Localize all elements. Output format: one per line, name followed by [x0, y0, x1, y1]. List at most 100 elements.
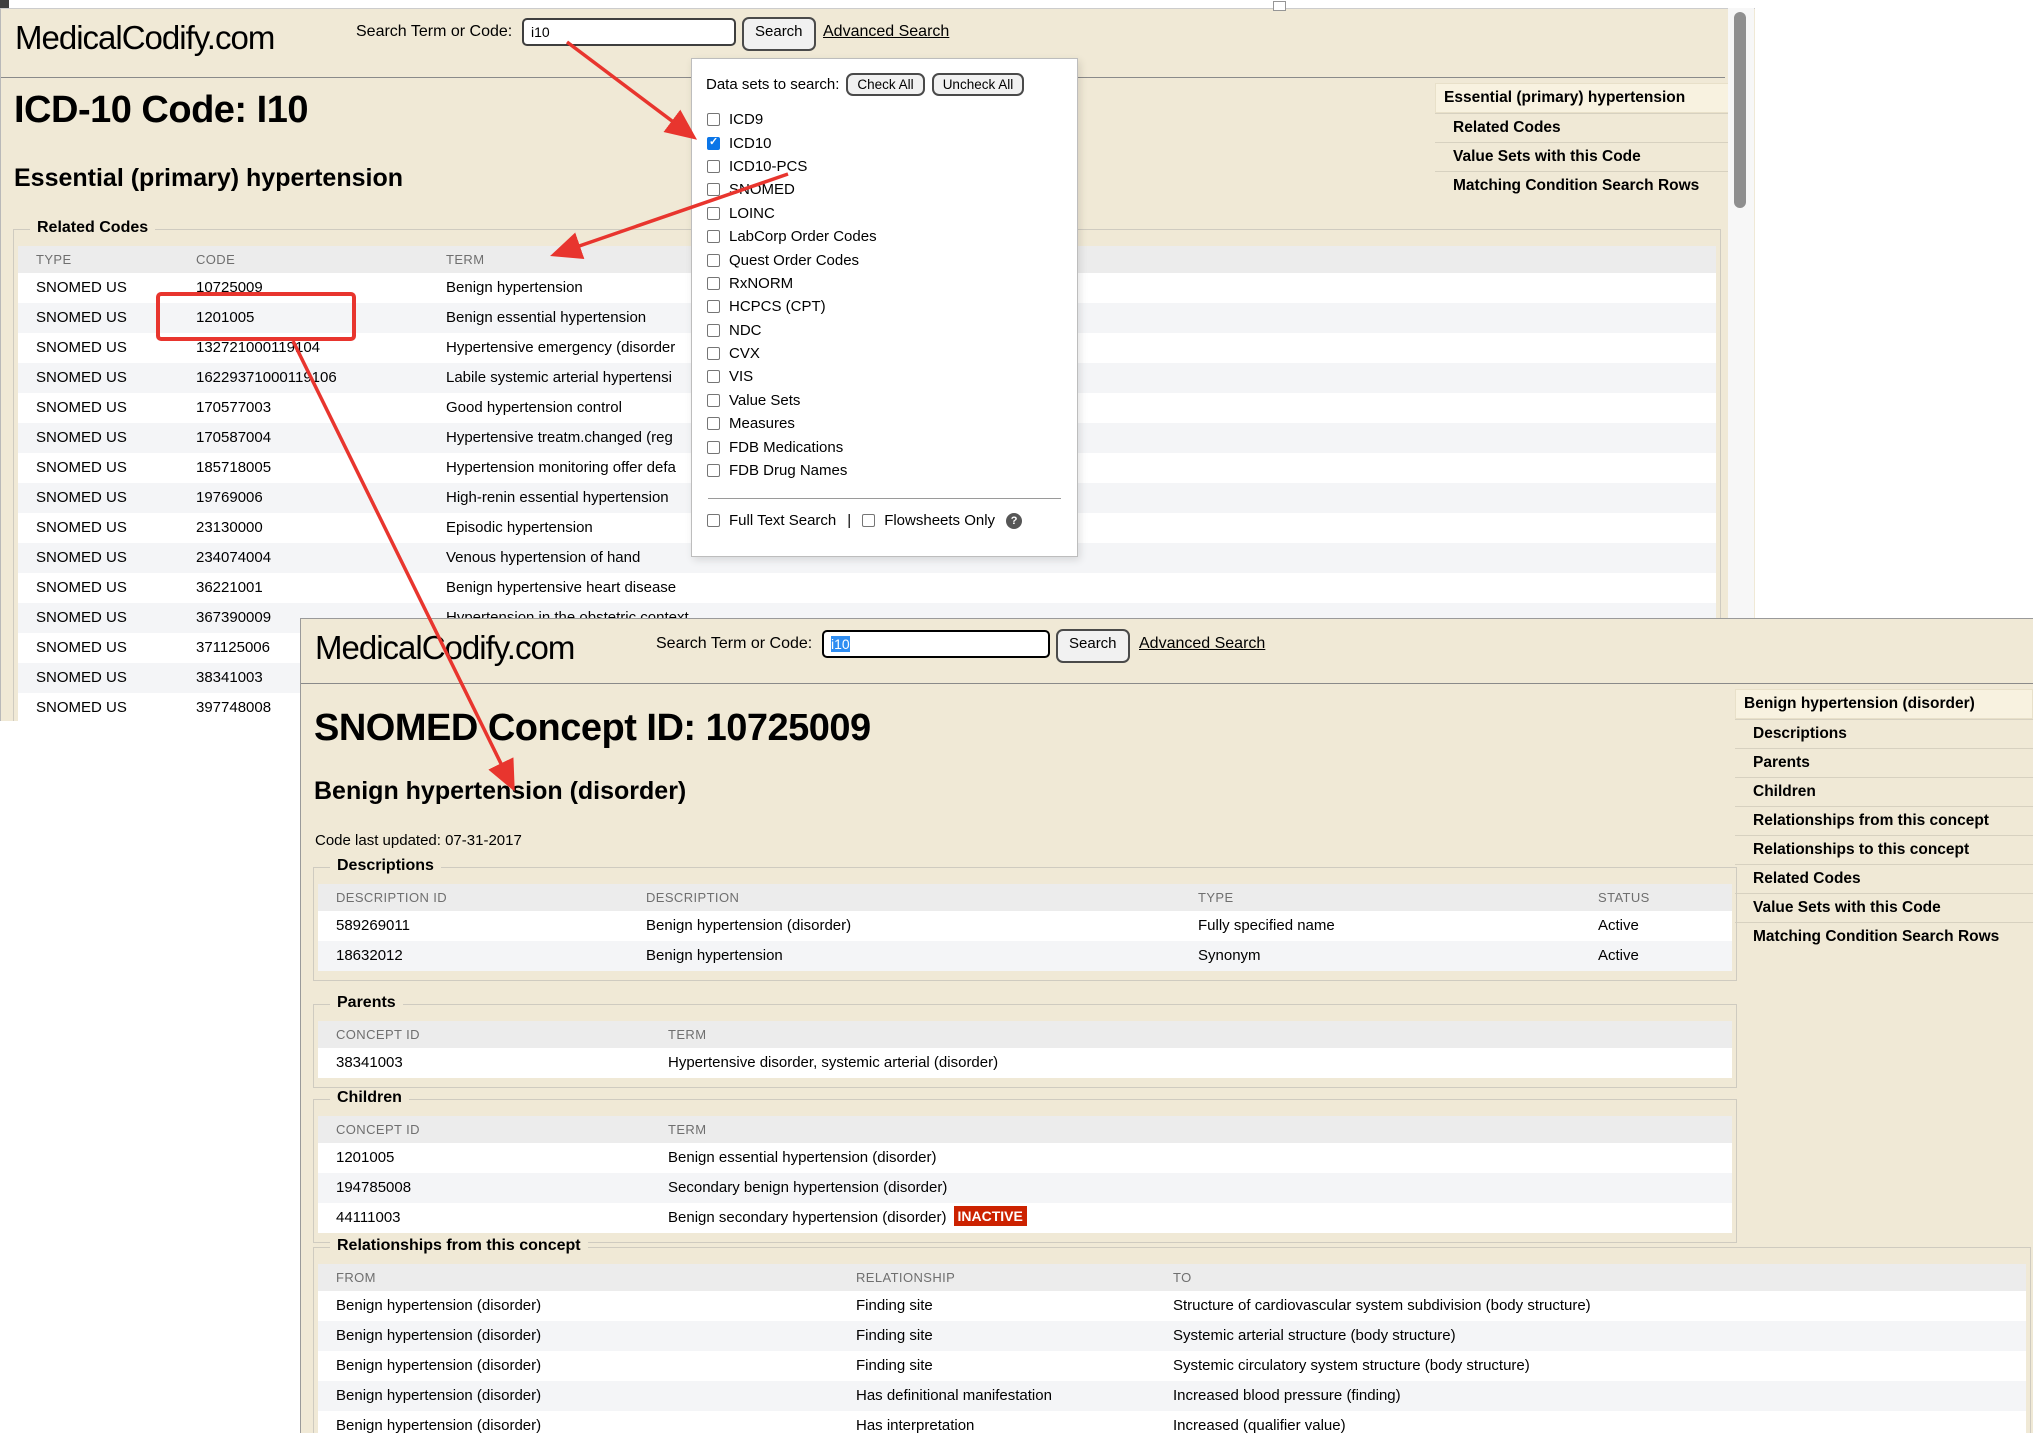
checkbox-icon[interactable] — [707, 464, 720, 477]
cell-code[interactable]: 132721000119104 — [196, 333, 320, 363]
checkbox-icon[interactable] — [707, 300, 720, 313]
table-row[interactable]: 589269011 Benign hypertension (disorder)… — [318, 911, 1732, 941]
scrollbar-thumb[interactable] — [1734, 12, 1746, 208]
cell-code[interactable]: 234074004 — [196, 543, 271, 573]
scrollbar[interactable] — [1728, 8, 1754, 618]
table-row[interactable]: SNOMED US 36221001 Benign hypertensive h… — [18, 573, 1716, 603]
cell-code[interactable]: 38341003 — [196, 663, 263, 693]
checkbox-icon[interactable] — [707, 137, 720, 150]
dataset-option[interactable]: Measures — [707, 412, 1077, 435]
nav-link[interactable]: Value Sets with this Code — [1735, 893, 2033, 922]
checkbox-icon[interactable] — [707, 441, 720, 454]
dataset-label: FDB Medications — [729, 439, 843, 456]
nav-link[interactable]: Descriptions — [1735, 719, 2033, 748]
checkbox-icon[interactable] — [707, 417, 720, 430]
table-row[interactable]: 1201005 Benign essential hypertension (d… — [318, 1143, 1732, 1173]
cell-code[interactable]: 10725009 — [196, 273, 263, 303]
window-restore-icon[interactable] — [1273, 1, 1286, 11]
checkbox-icon[interactable] — [707, 113, 720, 126]
cell-description: Benign hypertension — [646, 941, 783, 971]
checkbox-icon[interactable] — [707, 370, 720, 383]
search-button[interactable]: Search — [1056, 629, 1130, 663]
dataset-label: ICD9 — [729, 111, 763, 128]
nav-link[interactable]: Relationships to this concept — [1735, 835, 2033, 864]
dataset-option[interactable]: ICD10-PCS — [707, 155, 1077, 178]
nav-link[interactable]: Relationships from this concept — [1735, 806, 2033, 835]
nav-link[interactable]: Related Codes — [1435, 113, 1729, 142]
dataset-option[interactable]: NDC — [707, 319, 1077, 342]
table-row[interactable]: Benign hypertension (disorder) Finding s… — [318, 1291, 2026, 1321]
dataset-option[interactable]: ICD10 — [707, 131, 1077, 154]
advanced-search-link[interactable]: Advanced Search — [1139, 635, 1265, 653]
nav-link[interactable]: Children — [1735, 777, 2033, 806]
cell-code[interactable]: 185718005 — [196, 453, 271, 483]
checkbox-icon[interactable] — [707, 160, 720, 173]
cell-concept-id[interactable]: 38341003 — [336, 1048, 403, 1078]
checkbox-icon[interactable] — [707, 207, 720, 220]
cell-to: Systemic circulatory system structure (b… — [1173, 1351, 1530, 1381]
uncheck-all-button[interactable]: Uncheck All — [932, 73, 1025, 96]
dataset-option[interactable]: Value Sets — [707, 389, 1077, 412]
checkbox-icon[interactable] — [707, 183, 720, 196]
nav-link[interactable]: Essential (primary) hypertension — [1435, 83, 1729, 113]
table-row[interactable]: 38341003 Hypertensive disorder, systemic… — [318, 1048, 1732, 1078]
flowsheets-checkbox-icon[interactable] — [862, 514, 875, 527]
search-button[interactable]: Search — [742, 17, 816, 51]
table-row[interactable]: Benign hypertension (disorder) Has defin… — [318, 1381, 2026, 1411]
advanced-search-link[interactable]: Advanced Search — [823, 23, 949, 41]
cell-concept-id[interactable]: 44111003 — [336, 1203, 401, 1233]
cell-code[interactable]: 397748008 — [196, 693, 271, 721]
cell-code[interactable]: 371125006 — [196, 633, 270, 663]
table-row[interactable]: Benign hypertension (disorder) Finding s… — [318, 1351, 2026, 1381]
dataset-option[interactable]: LabCorp Order Codes — [707, 225, 1077, 248]
cell-concept-id[interactable]: 1201005 — [336, 1143, 394, 1173]
check-all-button[interactable]: Check All — [846, 73, 924, 96]
dataset-option[interactable]: HCPCS (CPT) — [707, 295, 1077, 318]
dataset-option[interactable]: FDB Medications — [707, 435, 1077, 458]
cell-code[interactable]: 170587004 — [196, 423, 271, 453]
dataset-option[interactable]: Quest Order Codes — [707, 248, 1077, 271]
dataset-option[interactable]: ICD9 — [707, 108, 1077, 131]
relationships-from-legend: Relationships from this concept — [330, 1237, 588, 1255]
checkbox-icon[interactable] — [707, 394, 720, 407]
dataset-option[interactable]: LOINC — [707, 202, 1077, 225]
cell-code[interactable]: 16229371000119106 — [196, 363, 337, 393]
table-row[interactable]: Benign hypertension (disorder) Finding s… — [318, 1321, 2026, 1351]
nav-link[interactable]: Parents — [1735, 748, 2033, 777]
dataset-option[interactable]: CVX — [707, 342, 1077, 365]
nav-link[interactable]: Matching Condition Search Rows — [1735, 922, 2033, 951]
cell-type: SNOMED US — [36, 693, 127, 721]
full-text-checkbox-icon[interactable] — [707, 514, 720, 527]
nav-link[interactable]: Value Sets with this Code — [1435, 142, 1729, 171]
page-subtitle: Essential (primary) hypertension — [14, 164, 403, 193]
table-row[interactable]: Benign hypertension (disorder) Has inter… — [318, 1411, 2026, 1433]
checkbox-icon[interactable] — [707, 324, 720, 337]
checkbox-icon[interactable] — [707, 277, 720, 290]
checkbox-icon[interactable] — [707, 347, 720, 360]
checkbox-icon[interactable] — [707, 254, 720, 267]
cell-type: SNOMED US — [36, 603, 127, 633]
checkbox-icon[interactable] — [707, 230, 720, 243]
cell-code[interactable]: 170577003 — [196, 393, 271, 423]
dataset-option[interactable]: SNOMED — [707, 178, 1077, 201]
cell-code[interactable]: 36221001 — [196, 573, 263, 603]
nav-link[interactable]: Matching Condition Search Rows — [1435, 171, 1729, 200]
table-row[interactable]: 194785008 Secondary benign hypertension … — [318, 1173, 1732, 1203]
cell-concept-id[interactable]: 194785008 — [336, 1173, 411, 1203]
help-icon[interactable]: ? — [1006, 513, 1022, 529]
nav-link[interactable]: Related Codes — [1735, 864, 2033, 893]
dataset-option[interactable]: FDB Drug Names — [707, 459, 1077, 482]
dataset-option[interactable]: VIS — [707, 365, 1077, 388]
cell-code[interactable]: 367390009 — [196, 603, 271, 633]
dataset-option[interactable]: RxNORM — [707, 272, 1077, 295]
nav-link[interactable]: Benign hypertension (disorder) — [1735, 689, 2033, 719]
cell-code[interactable]: 1201005 — [196, 303, 254, 333]
cell-code[interactable]: 23130000 — [196, 513, 263, 543]
table-row[interactable]: 18632012 Benign hypertension Synonym Act… — [318, 941, 1732, 971]
page-title: SNOMED Concept ID: 10725009 — [314, 707, 871, 750]
cell-code[interactable]: 19769006 — [196, 483, 263, 513]
table-row[interactable]: 44111003 Benign secondary hypertension (… — [318, 1203, 1732, 1233]
search-input[interactable]: i10 — [822, 630, 1050, 658]
search-input[interactable]: i10 — [522, 18, 736, 46]
dataset-label: VIS — [729, 368, 753, 385]
